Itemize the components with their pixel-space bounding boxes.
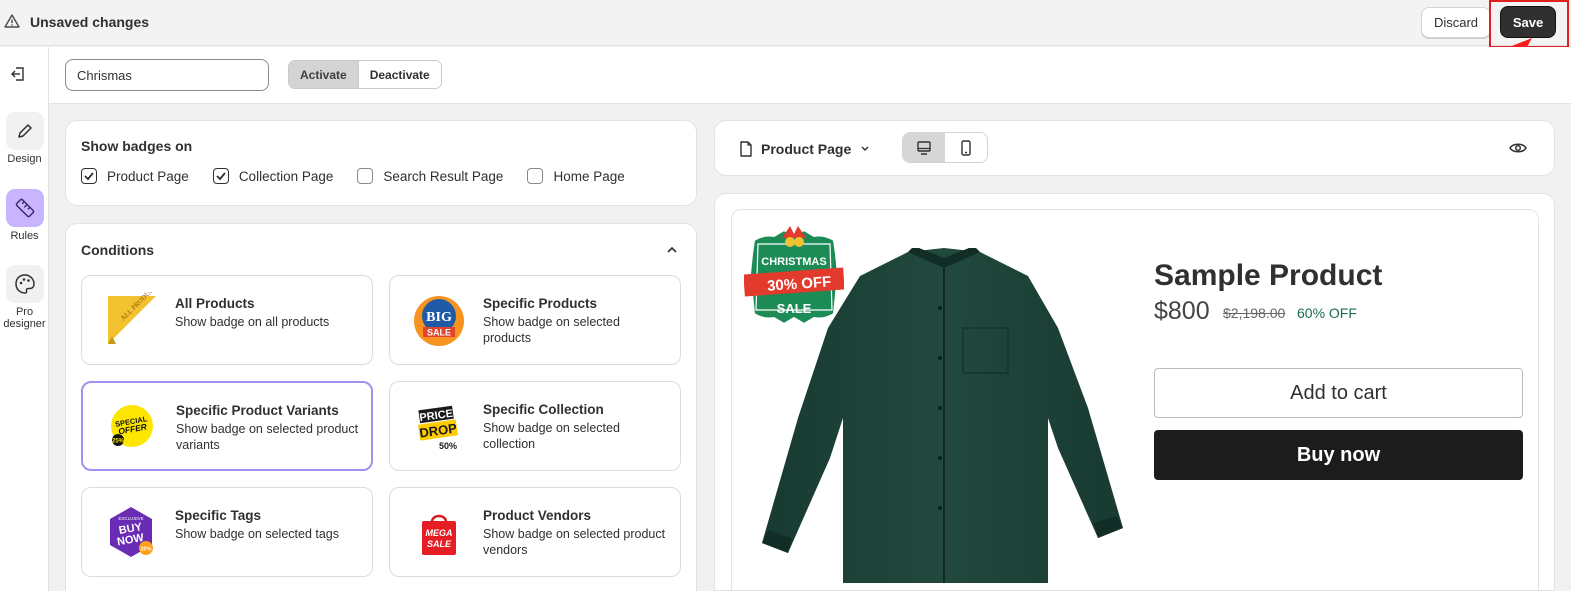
- rail-item-label-2: designer: [3, 318, 46, 330]
- home-page-checkbox[interactable]: [527, 168, 544, 184]
- product-title: Sample Product: [1154, 259, 1383, 292]
- product-page-label: Product Page: [107, 168, 189, 184]
- condition-title: All Products: [175, 296, 255, 311]
- add-to-cart-button[interactable]: Add to cart: [1154, 368, 1523, 418]
- condition-desc: Show badge on selected products: [483, 315, 620, 345]
- rail-item-pro-designer[interactable]: Pro designer: [0, 265, 49, 330]
- left-rail: Design Rules Pro designer: [0, 47, 49, 591]
- show-badges-title: Show badges on: [81, 138, 193, 154]
- condition-desc: Show badge on all products: [175, 315, 330, 329]
- buy-now-badge-icon: EXCLUSIVE BUY NOW 20%: [110, 507, 153, 557]
- svg-text:20%: 20%: [140, 547, 151, 553]
- eye-icon[interactable]: [1509, 140, 1527, 156]
- condition-desc: Show badge on selected product variants: [176, 422, 359, 452]
- chevron-down-icon[interactable]: [860, 145, 870, 153]
- rail-item-design[interactable]: Design: [0, 112, 49, 165]
- price-drop-badge-icon: PRICE DROP 50%: [418, 405, 458, 451]
- page-selector[interactable]: Product Page: [761, 141, 851, 157]
- condition-title: Specific Products: [483, 296, 598, 311]
- condition-desc: Show badge on selected collection: [483, 421, 620, 451]
- condition-title: Specific Tags: [175, 508, 262, 523]
- christmas-badge: CHRISTMAS 30% OFF SALE: [744, 226, 844, 326]
- product-price: $800: [1154, 297, 1210, 325]
- condition-all-products[interactable]: ALL PRODUCTS All Products Show badge on …: [81, 275, 373, 365]
- collection-page-checkbox[interactable]: [212, 168, 229, 184]
- show-badges-card: Show badges on Product Page Collection P…: [65, 120, 697, 206]
- pencil-icon: [5, 112, 44, 150]
- svg-text:25%: 25%: [112, 439, 125, 445]
- page-icon: [740, 141, 752, 157]
- collection-page-label: Collection Page: [238, 168, 334, 184]
- special-offer-badge-icon: SPECIAL OFFER 25%: [111, 405, 153, 447]
- svg-text:MEGA: MEGA: [426, 528, 453, 538]
- palette-icon: [5, 265, 44, 303]
- badge-christmas-text: CHRISTMAS: [761, 256, 826, 268]
- product-page-checkbox[interactable]: [81, 168, 97, 184]
- status-toggle: Activate Deactivate: [288, 60, 442, 89]
- condition-specific-collection[interactable]: PRICE DROP 50% Specific Collection Show …: [389, 381, 681, 471]
- ruler-icon: [5, 189, 44, 227]
- search-result-page-label: Search Result Page: [383, 168, 504, 184]
- badge-sale-text: SALE: [777, 301, 812, 316]
- preview-header: Product Page: [714, 120, 1555, 176]
- condition-product-vendors[interactable]: MEGA SALE Product Vendors Show badge on …: [389, 487, 681, 577]
- condition-specific-tags[interactable]: EXCLUSIVE BUY NOW 20% Specific Tags Show…: [81, 487, 373, 577]
- rail-item-rules[interactable]: Rules: [0, 189, 49, 242]
- unsaved-changes-title: Unsaved changes: [30, 14, 150, 30]
- home-page-label: Home Page: [553, 168, 625, 184]
- mega-sale-bag-icon: MEGA SALE: [422, 514, 456, 555]
- device-toggle: [902, 132, 988, 163]
- warning-icon: [4, 14, 20, 28]
- condition-specific-products[interactable]: BIG SALE Specific Products Show badge on…: [389, 275, 681, 365]
- mobile-icon[interactable]: [945, 133, 987, 162]
- svg-text:EXCLUSIVE: EXCLUSIVE: [118, 516, 143, 521]
- desktop-icon[interactable]: [903, 133, 945, 162]
- rail-item-label: Design: [7, 153, 42, 165]
- search-result-page-checkbox[interactable]: [357, 168, 374, 184]
- show-badges-options: Product Page Collection Page Search Resu…: [81, 168, 649, 184]
- svg-text:SALE: SALE: [427, 328, 451, 338]
- deactivate-button[interactable]: Deactivate: [358, 61, 441, 88]
- condition-desc: Show badge on selected tags: [175, 527, 340, 541]
- rail-item-label: Rules: [10, 230, 39, 242]
- rail-item-label: Pro: [15, 306, 34, 318]
- svg-text:SALE: SALE: [427, 539, 452, 549]
- compare-price: $2,198.00: [1223, 305, 1286, 321]
- badge-name-input[interactable]: [65, 59, 269, 91]
- condition-title: Specific Collection: [483, 402, 604, 417]
- buy-now-button[interactable]: Buy now: [1154, 430, 1523, 480]
- exit-icon[interactable]: [10, 66, 26, 82]
- all-products-badge-icon: ALL PRODUCTS: [108, 292, 160, 344]
- discount-label: 60% OFF: [1297, 305, 1357, 321]
- svg-text:BIG: BIG: [426, 310, 452, 325]
- conditions-title: Conditions: [81, 242, 155, 258]
- top-bar: Unsaved changes Discard Save: [0, 0, 1571, 46]
- svg-text:50%: 50%: [439, 441, 457, 451]
- condition-title: Product Vendors: [483, 508, 592, 523]
- big-sale-badge-icon: BIG SALE: [414, 296, 464, 346]
- activate-button[interactable]: Activate: [289, 61, 359, 88]
- chevron-up-icon[interactable]: [666, 244, 678, 256]
- sub-header: Activate Deactivate: [49, 47, 1571, 104]
- condition-desc: Show badge on selected product vendors: [483, 527, 666, 557]
- condition-specific-product-variants[interactable]: SPECIAL OFFER 25% Specific Product Varia…: [81, 381, 373, 471]
- condition-title: Specific Product Variants: [176, 403, 339, 418]
